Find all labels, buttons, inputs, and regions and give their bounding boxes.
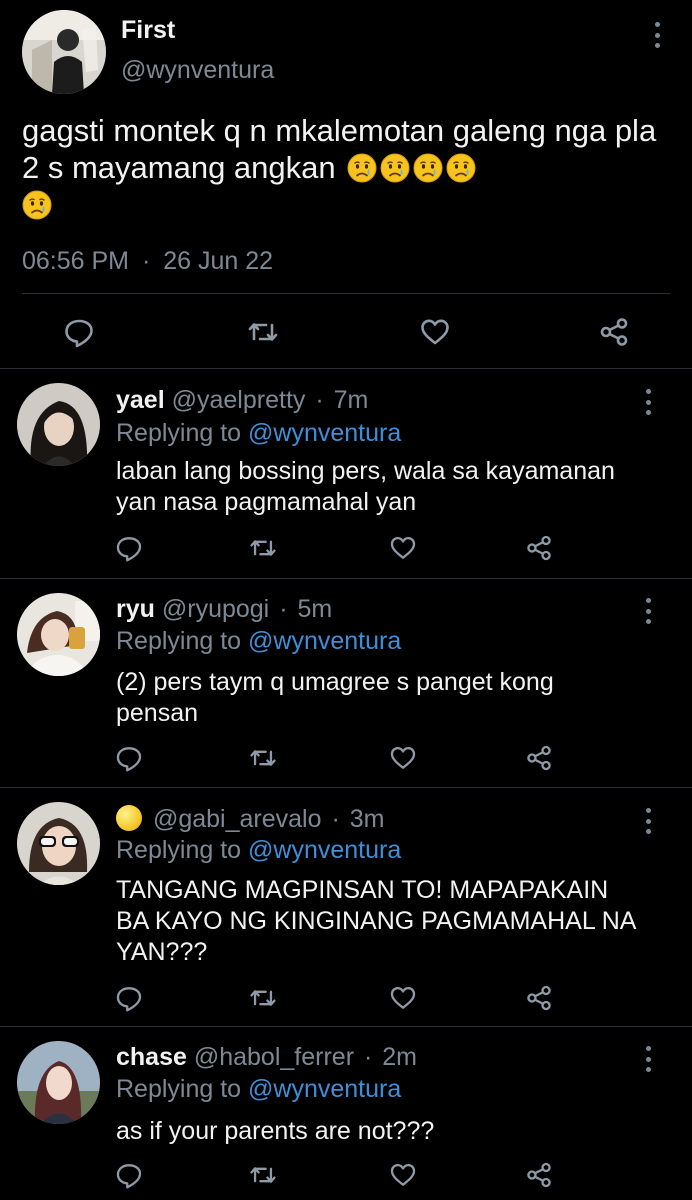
reply-handle[interactable]: @ryupogi: [162, 595, 269, 623]
separator: ·: [331, 805, 340, 833]
share-icon[interactable]: [524, 533, 554, 563]
reply-tweet[interactable]: @gabi_arevalo · 3m Replying to @wynventu…: [0, 788, 692, 1026]
reply-age: 2m: [382, 1043, 417, 1071]
retweet-icon[interactable]: [246, 315, 280, 349]
reply-text-line: (2) pers taym q umagree s panget kong: [116, 668, 554, 696]
tweet-timestamp: 06:56 PM · 26 Jun 22: [22, 247, 273, 276]
separator: ·: [363, 1043, 373, 1071]
replying-to-label: Replying to: [116, 419, 249, 447]
moon-emoji-icon: [116, 805, 142, 831]
replying-to: Replying to @wynventura: [116, 1075, 401, 1104]
share-icon[interactable]: [597, 315, 631, 349]
crying-face-icon: [413, 153, 443, 183]
main-handle[interactable]: @wynventura: [121, 56, 274, 85]
reply-text-line: BA KAYO NG KINGINANG PAGMAMAHAL NA: [116, 907, 637, 935]
replying-to-label: Replying to: [116, 1075, 249, 1103]
replying-to: Replying to @wynventura: [116, 627, 401, 656]
reply-avatar[interactable]: [17, 383, 100, 466]
separator: ·: [141, 247, 151, 275]
replying-to-label: Replying to: [116, 627, 249, 655]
replying-to-mention[interactable]: @wynventura: [248, 419, 401, 447]
reply-avatar[interactable]: [17, 802, 100, 885]
replying-to-mention[interactable]: @wynventura: [248, 836, 401, 864]
crying-face-icon: [446, 153, 476, 183]
reply-display-name[interactable]: ryu: [116, 595, 155, 623]
reply-header: yael @yaelpretty · 7m: [116, 386, 368, 415]
reply-text-line: yan nasa pagmamahal yan: [116, 488, 417, 516]
reply-handle[interactable]: @gabi_arevalo: [153, 805, 322, 833]
reply-tweet[interactable]: yael @yaelpretty · 7m Replying to @wynve…: [0, 369, 692, 578]
like-icon[interactable]: [388, 743, 418, 773]
replying-to: Replying to @wynventura: [116, 836, 401, 865]
reply-handle[interactable]: @yaelpretty: [172, 386, 306, 414]
like-icon[interactable]: [388, 1160, 418, 1190]
reply-age: 7m: [333, 386, 369, 414]
crying-face-icon: [380, 153, 410, 183]
retweet-icon[interactable]: [248, 743, 278, 773]
reply-text: (2) pers taym q umagree s panget kong pe…: [116, 667, 666, 729]
crying-face-icon: [347, 153, 377, 183]
reply-age: 5m: [297, 595, 333, 623]
reply-text-line: laban lang bossing pers, wala sa kayaman…: [116, 457, 615, 485]
reply-tweet[interactable]: chase @habol_ferrer · 2m Replying to @wy…: [0, 1027, 692, 1200]
main-tweet-text: gagsti montek q n mkalemotan galeng nga …: [22, 112, 672, 223]
separator: ·: [315, 386, 324, 414]
more-options-icon[interactable]: [643, 808, 653, 834]
reply-text-line: TANGANG MAGPINSAN TO! MAPAPAKAIN: [116, 876, 609, 904]
more-options-icon[interactable]: [643, 598, 653, 624]
reply-icon[interactable]: [114, 533, 144, 563]
share-icon[interactable]: [524, 983, 554, 1013]
replying-to-mention[interactable]: @wynventura: [248, 1075, 401, 1103]
reply-text: as if your parents are not???: [116, 1116, 666, 1147]
tweet-body: gagsti montek q n mkalemotan galeng nga …: [22, 113, 657, 185]
reply-age: 3m: [349, 805, 385, 833]
reply-text: laban lang bossing pers, wala sa kayaman…: [116, 456, 666, 518]
replying-to: Replying to @wynventura: [116, 419, 401, 448]
replying-to-label: Replying to: [116, 836, 249, 864]
reply-icon[interactable]: [114, 743, 144, 773]
reply-text-line: pensan: [116, 699, 199, 727]
share-icon[interactable]: [524, 1160, 554, 1190]
reply-avatar[interactable]: [17, 1041, 100, 1124]
reply-header: chase @habol_ferrer · 2m: [116, 1043, 417, 1072]
retweet-icon[interactable]: [248, 983, 278, 1013]
more-options-icon[interactable]: [643, 389, 653, 415]
reply-avatar[interactable]: [17, 593, 100, 676]
reply-header: @gabi_arevalo · 3m: [116, 805, 384, 834]
like-icon[interactable]: [388, 533, 418, 563]
reply-handle[interactable]: @habol_ferrer: [194, 1043, 354, 1071]
share-icon[interactable]: [524, 743, 554, 773]
replying-to-mention[interactable]: @wynventura: [248, 627, 401, 655]
reply-header: ryu @ryupogi · 5m: [116, 595, 332, 624]
separator: ·: [279, 595, 288, 623]
more-options-icon[interactable]: [643, 1046, 653, 1072]
reply-text-line: YAN???: [116, 938, 208, 966]
reply-icon[interactable]: [114, 1160, 144, 1190]
reply-icon[interactable]: [62, 315, 96, 349]
reply-display-name[interactable]: chase: [116, 1043, 187, 1071]
reply-icon[interactable]: [114, 983, 144, 1013]
crying-face-icon: [22, 190, 52, 220]
main-display-name[interactable]: First: [121, 16, 175, 45]
reply-text: TANGANG MAGPINSAN TO! MAPAPAKAIN BA KAYO…: [116, 875, 676, 968]
like-icon[interactable]: [418, 315, 452, 349]
main-tweet: First @wynventura gagsti montek q n mkal…: [0, 0, 692, 368]
tweet-time: 06:56 PM: [22, 247, 130, 275]
tweet-date: 26 Jun 22: [163, 247, 274, 275]
divider: [22, 293, 670, 294]
reply-text-line: as if your parents are not???: [116, 1117, 435, 1145]
like-icon[interactable]: [388, 983, 418, 1013]
retweet-icon[interactable]: [248, 533, 278, 563]
main-avatar[interactable]: [22, 10, 106, 94]
more-options-icon[interactable]: [652, 22, 662, 48]
retweet-icon[interactable]: [248, 1160, 278, 1190]
reply-tweet[interactable]: ryu @ryupogi · 5m Replying to @wynventur…: [0, 579, 692, 787]
reply-display-name[interactable]: yael: [116, 386, 165, 414]
